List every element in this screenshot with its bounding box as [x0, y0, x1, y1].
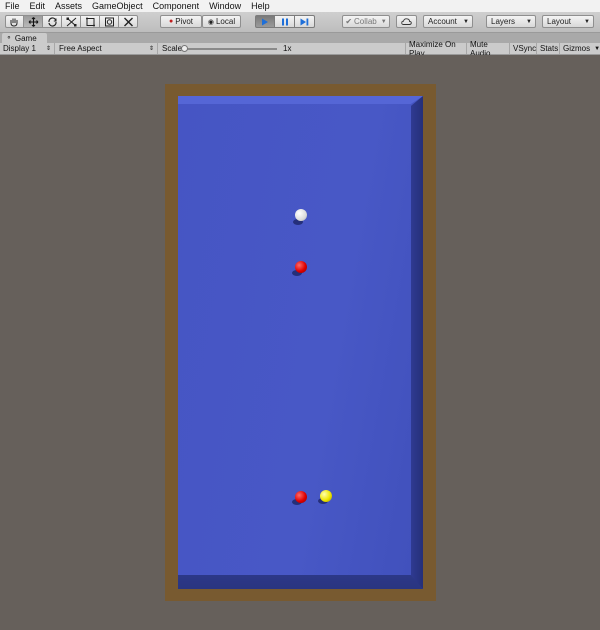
- scale-label: Scale: [162, 44, 183, 53]
- step-button[interactable]: [295, 15, 315, 28]
- collab-check-icon: ✔: [345, 17, 353, 26]
- yellow-ball: [320, 490, 332, 502]
- account-dropdown[interactable]: Account ▼: [423, 15, 473, 28]
- play-icon: [262, 18, 268, 25]
- display-label: Display 1: [3, 44, 36, 53]
- cloud-icon: [401, 18, 412, 25]
- scale-value: 1x: [283, 44, 292, 53]
- menu-file[interactable]: File: [0, 0, 25, 12]
- top-cushion: [178, 96, 423, 104]
- layers-label: Layers: [491, 17, 516, 26]
- updown-icon: ⇕: [45, 46, 51, 52]
- transform-icon: [104, 17, 114, 26]
- layers-dropdown[interactable]: Layers ▼: [486, 15, 536, 28]
- hand-tool-button[interactable]: [5, 15, 24, 28]
- aspect-dropdown[interactable]: Free Aspect ⇕: [56, 43, 158, 54]
- step-icon: [300, 18, 309, 25]
- aspect-label: Free Aspect: [59, 44, 102, 53]
- tab-game[interactable]: ⚬ Game: [2, 33, 47, 43]
- rotate-icon: [47, 16, 57, 27]
- collab-dropdown[interactable]: ✔ Collab ▼: [342, 15, 390, 28]
- scale-icon: [66, 17, 76, 26]
- rect-icon: [85, 17, 95, 26]
- tools-icon: [123, 17, 133, 26]
- cloud-button[interactable]: [396, 15, 417, 28]
- move-tool-button[interactable]: [24, 15, 43, 28]
- pool-table-felt: [178, 96, 423, 589]
- vsync-toggle[interactable]: VSync: [510, 43, 537, 54]
- custom-tool-button[interactable]: [119, 15, 138, 28]
- menu-gameobject[interactable]: GameObject: [87, 0, 148, 12]
- collab-label: Collab: [354, 17, 377, 26]
- scale-tool-button[interactable]: [62, 15, 81, 28]
- menu-edit[interactable]: Edit: [25, 0, 51, 12]
- transform-tool-button[interactable]: [100, 15, 119, 28]
- gizmos-label: Gizmos: [563, 44, 591, 53]
- layout-dropdown[interactable]: Layout ▼: [542, 15, 594, 28]
- pivot-label: Pivot: [175, 17, 194, 26]
- pause-button[interactable]: [275, 15, 295, 28]
- bottom-cushion: [178, 575, 423, 589]
- scale-slider-thumb[interactable]: [181, 45, 188, 52]
- game-tab-icon: ⚬: [6, 35, 12, 42]
- gizmos-dropdown[interactable]: Gizmos ▼: [560, 43, 600, 54]
- hand-icon: [10, 18, 18, 27]
- chevron-down-icon: ▼: [380, 18, 387, 25]
- local-icon: ◉: [207, 18, 214, 26]
- mute-audio-toggle[interactable]: Mute Audio: [467, 40, 510, 58]
- chevron-down-icon: ▼: [584, 18, 590, 25]
- main-toolbar: ● Pivot ◉ Local ✔ Collab ▼ Account ▼ Lay…: [0, 12, 600, 33]
- menu-window[interactable]: Window: [204, 0, 246, 12]
- pool-table-frame: [165, 84, 436, 601]
- pivot-button[interactable]: ● Pivot: [160, 15, 202, 28]
- updown-icon: ⇕: [148, 46, 154, 52]
- game-viewport[interactable]: [0, 55, 600, 630]
- chevron-down-icon: ▼: [594, 45, 600, 52]
- move-icon: [28, 16, 38, 27]
- red-ball: [295, 261, 307, 273]
- display-dropdown[interactable]: Display 1 ⇕: [0, 43, 55, 54]
- scale-slider-track[interactable]: [182, 48, 277, 50]
- account-label: Account: [428, 17, 457, 26]
- transform-tools: [5, 15, 138, 28]
- layout-label: Layout: [547, 17, 572, 26]
- menu-assets[interactable]: Assets: [50, 0, 87, 12]
- maximize-on-play-toggle[interactable]: Maximize On Play: [405, 40, 467, 58]
- stats-toggle[interactable]: Stats: [537, 43, 560, 54]
- game-tab-label: Game: [14, 33, 37, 43]
- local-label: Local: [215, 17, 236, 26]
- white-cue-ball: [295, 209, 307, 221]
- chevron-down-icon: ▼: [526, 18, 532, 25]
- rotate-tool-button[interactable]: [43, 15, 62, 28]
- menu-bar: File Edit Assets GameObject Component Wi…: [0, 0, 600, 12]
- playback-controls: [255, 15, 315, 28]
- right-cushion: [411, 96, 423, 589]
- menu-help[interactable]: Help: [246, 0, 275, 12]
- pause-icon: [281, 18, 288, 25]
- menu-component[interactable]: Component: [148, 0, 205, 12]
- game-view-options: Display 1 ⇕ Free Aspect ⇕ Scale 1x Maxim…: [0, 40, 600, 58]
- local-button[interactable]: ◉ Local: [202, 15, 241, 28]
- rect-tool-button[interactable]: [81, 15, 100, 28]
- pivot-icon: ●: [168, 18, 174, 25]
- play-button[interactable]: [255, 15, 275, 28]
- chevron-down-icon: ▼: [463, 18, 469, 25]
- tab-strip: ⚬ Game: [0, 33, 600, 43]
- red-ball: [295, 491, 307, 503]
